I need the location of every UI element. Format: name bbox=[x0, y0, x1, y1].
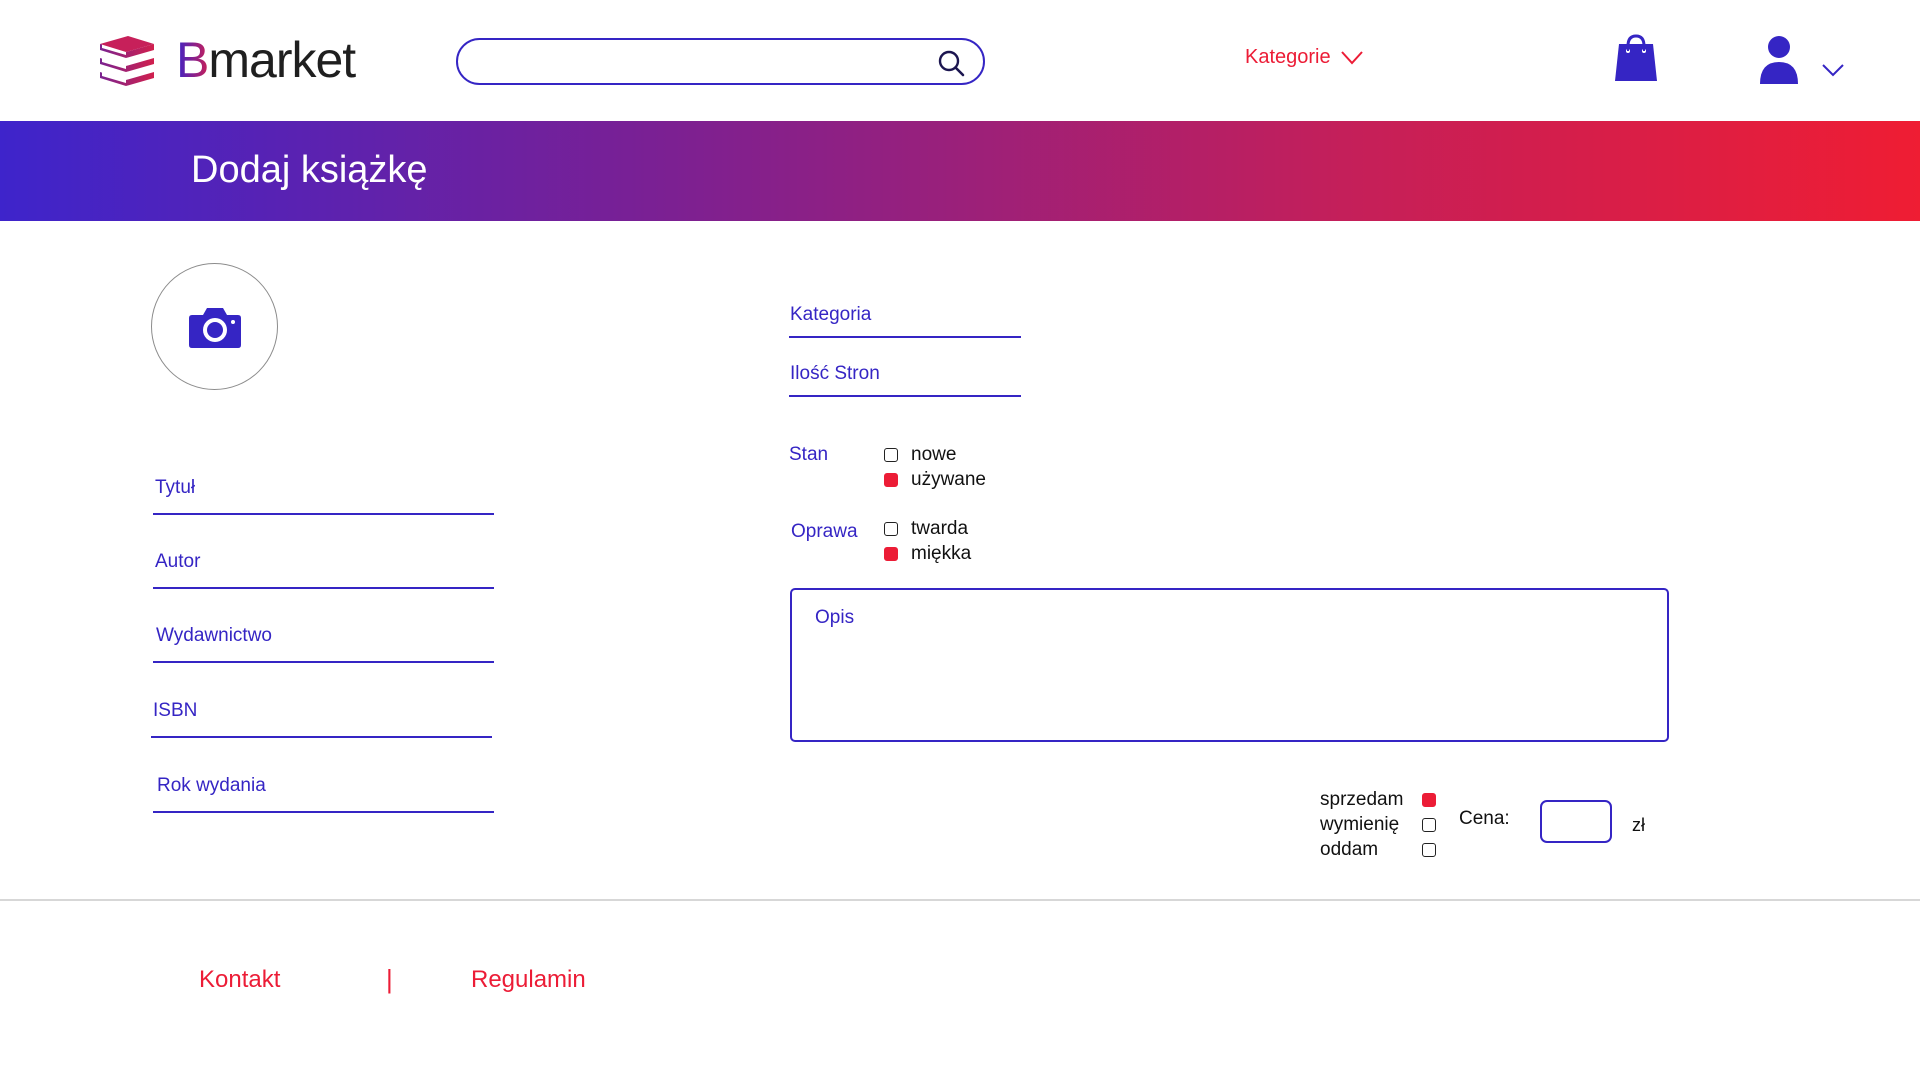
currency-label: zł bbox=[1632, 815, 1645, 835]
trade-exchange-checkbox[interactable]: wymienię bbox=[1320, 814, 1449, 836]
condition-label: Stan bbox=[789, 444, 829, 465]
condition-used-checkbox[interactable]: używane bbox=[884, 469, 986, 491]
trade-exchange-box[interactable] bbox=[1422, 818, 1436, 832]
condition-new-label: nowe bbox=[911, 444, 957, 465]
page-count-field[interactable]: Ilość Stron bbox=[789, 355, 1021, 397]
trade-sell-checkbox[interactable]: sprzedam bbox=[1320, 789, 1449, 811]
binding-hard-label: twarda bbox=[911, 518, 969, 539]
trade-give-away-checkbox[interactable]: oddam bbox=[1320, 839, 1449, 861]
condition-new-checkbox[interactable]: nowe bbox=[884, 444, 956, 466]
user-icon[interactable] bbox=[1758, 35, 1800, 85]
trade-exchange-label: wymienię bbox=[1320, 814, 1400, 835]
publisher-field-label: Wydawnictwo bbox=[156, 625, 272, 646]
trade-give-away-box[interactable] bbox=[1422, 843, 1436, 857]
price-label: Cena: bbox=[1459, 808, 1510, 829]
logo-text: Bmarket bbox=[176, 32, 356, 88]
condition-new-box[interactable] bbox=[884, 448, 898, 462]
binding-hard-box[interactable] bbox=[884, 522, 898, 536]
trade-sell-label: sprzedam bbox=[1320, 789, 1404, 810]
logo-letter: B bbox=[176, 32, 209, 88]
rules-link[interactable]: Regulamin bbox=[471, 966, 586, 994]
search-input[interactable] bbox=[456, 38, 985, 85]
logo[interactable]: Bmarket bbox=[96, 32, 356, 88]
isbn-field-label: ISBN bbox=[153, 700, 198, 721]
condition-used-label: używane bbox=[911, 469, 986, 490]
categories-dropdown[interactable]: Kategorie bbox=[1245, 46, 1363, 69]
binding-soft-checkbox[interactable]: miękka bbox=[884, 543, 971, 565]
top-header: Bmarket Kategorie bbox=[0, 0, 1920, 121]
description-textarea[interactable]: Opis bbox=[790, 588, 1669, 742]
title-field[interactable]: Tytuł bbox=[153, 467, 494, 515]
author-field[interactable]: Autor bbox=[153, 541, 494, 589]
contact-link[interactable]: Kontakt bbox=[199, 966, 280, 994]
publisher-field[interactable]: Wydawnictwo bbox=[153, 615, 494, 663]
photo-upload-button[interactable] bbox=[151, 263, 278, 390]
categories-label: Kategorie bbox=[1245, 46, 1331, 68]
binding-soft-box[interactable] bbox=[884, 547, 898, 561]
publication-year-field[interactable]: Rok wydania bbox=[153, 765, 494, 813]
page-banner: Dodaj książkę bbox=[0, 121, 1920, 221]
footer-divider bbox=[0, 899, 1920, 901]
camera-icon bbox=[188, 307, 241, 348]
description-label: Opis bbox=[815, 607, 855, 628]
price-input[interactable] bbox=[1540, 800, 1612, 843]
trade-sell-box[interactable] bbox=[1422, 793, 1436, 807]
binding-label: Oprawa bbox=[791, 521, 858, 542]
publication-year-field-label: Rok wydania bbox=[157, 775, 266, 796]
binding-soft-label: miękka bbox=[911, 543, 972, 564]
category-field-label: Kategoria bbox=[790, 304, 872, 325]
logo-word: market bbox=[208, 32, 356, 88]
trade-give-away-label: oddam bbox=[1320, 839, 1379, 860]
page-title: Dodaj książkę bbox=[191, 149, 428, 191]
search-icon[interactable] bbox=[937, 49, 965, 77]
shopping-bag-icon[interactable] bbox=[1614, 32, 1658, 82]
author-field-label: Autor bbox=[155, 551, 201, 572]
page-count-field-label: Ilość Stron bbox=[790, 363, 880, 384]
chevron-down-icon bbox=[1340, 50, 1363, 64]
title-field-label: Tytuł bbox=[155, 477, 196, 498]
isbn-field[interactable]: ISBN bbox=[151, 690, 492, 738]
user-menu-chevron-icon[interactable] bbox=[1822, 64, 1844, 77]
condition-used-box[interactable] bbox=[884, 473, 898, 487]
binding-hard-checkbox[interactable]: twarda bbox=[884, 518, 968, 540]
books-logo-icon bbox=[100, 36, 154, 86]
category-field[interactable]: Kategoria bbox=[789, 296, 1021, 338]
footer-separator: | bbox=[386, 964, 393, 994]
